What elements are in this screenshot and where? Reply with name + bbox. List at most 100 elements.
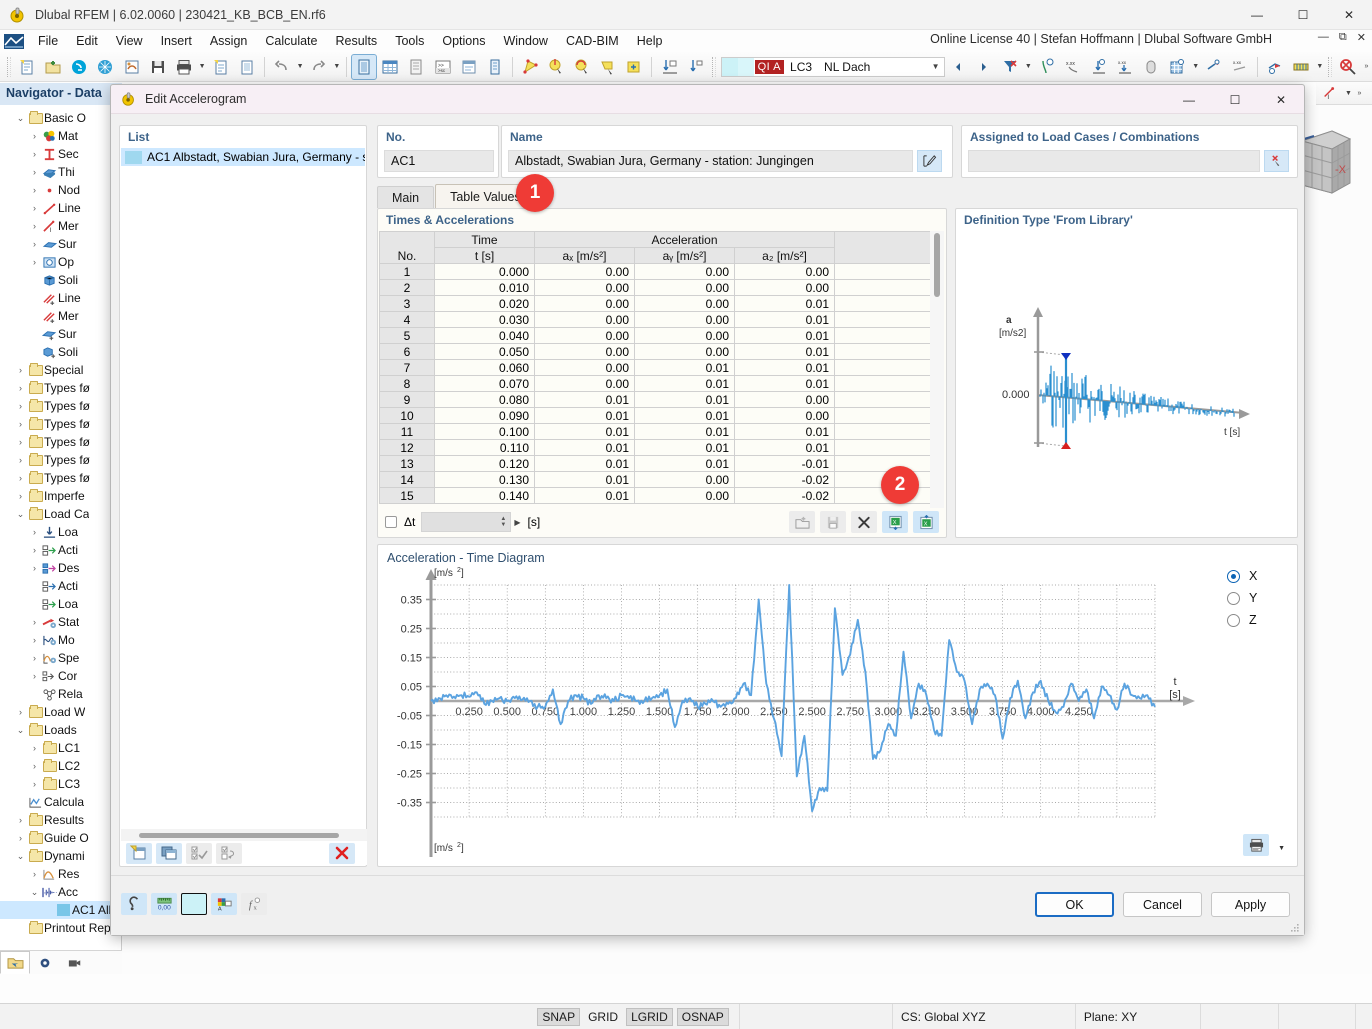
table-row[interactable]: 80.0700.000.010.01 xyxy=(380,376,931,392)
cell-ay[interactable]: 0.00 xyxy=(635,344,735,360)
navigator-item-43[interactable]: ⌄Acc xyxy=(0,883,122,901)
cell-ax[interactable]: 0.01 xyxy=(535,392,635,408)
grid-dropdown-caret-icon[interactable]: ▼ xyxy=(1190,55,1201,79)
list-panel-icon[interactable] xyxy=(483,55,507,79)
chevron-right-icon[interactable]: › xyxy=(14,401,27,411)
header-ax[interactable]: aₓ [m/s²] xyxy=(535,248,635,264)
radio-axis-z[interactable]: Z xyxy=(1227,609,1287,631)
save-icon[interactable] xyxy=(146,55,170,79)
support-reactions-icon[interactable] xyxy=(1035,55,1059,79)
table-row[interactable]: 30.0200.000.000.01 xyxy=(380,296,931,312)
cell-ay[interactable]: 0.01 xyxy=(635,456,735,472)
chevron-right-icon[interactable]: › xyxy=(14,383,27,393)
table-row[interactable]: 140.1300.010.00-0.02 xyxy=(380,472,931,488)
chevron-right-icon[interactable]: › xyxy=(28,149,41,159)
redo-dropdown-caret-icon[interactable]: ▼ xyxy=(332,55,343,79)
radio-axis-x[interactable]: aₓX xyxy=(1227,565,1287,587)
chevron-right-icon[interactable]: › xyxy=(28,563,41,573)
chevron-right-icon[interactable]: › xyxy=(28,257,41,267)
chevron-down-icon[interactable]: ▼ xyxy=(928,62,944,71)
table-row[interactable]: 50.0400.000.000.01 xyxy=(380,328,931,344)
navigator-item-39[interactable]: ›Results xyxy=(0,811,122,829)
navigator-item-41[interactable]: ⌄Dynami xyxy=(0,847,122,865)
header-ay[interactable]: aᵧ [m/s²] xyxy=(635,248,735,264)
member-load-icon[interactable]: x.xx xyxy=(1113,55,1137,79)
result-table-icon[interactable] xyxy=(1289,55,1313,79)
navigator-item-6[interactable]: ›IMer xyxy=(0,217,122,235)
navigator-item-11[interactable]: Mer xyxy=(0,307,122,325)
navigator-item-21[interactable]: ›Imperfe xyxy=(0,487,122,505)
header-time-unit[interactable]: t [s] xyxy=(435,248,535,264)
radio-y-icon[interactable] xyxy=(1227,592,1240,605)
table-vertical-scrollbar[interactable] xyxy=(930,231,944,508)
table-row[interactable]: 20.0100.000.000.00 xyxy=(380,280,931,296)
navigator-item-15[interactable]: ›Types fø xyxy=(0,379,122,397)
number-field[interactable]: AC1 xyxy=(384,150,494,172)
cancel-button[interactable]: Cancel xyxy=(1123,892,1202,917)
cell-az[interactable]: 0.01 xyxy=(735,360,835,376)
save-table-button[interactable] xyxy=(820,511,846,533)
grid-view-icon[interactable] xyxy=(1165,55,1189,79)
new-accelerogram-button[interactable] xyxy=(126,843,152,864)
chevron-right-icon[interactable]: › xyxy=(28,779,41,789)
cell-ay[interactable]: 0.01 xyxy=(635,376,735,392)
table-row[interactable]: 110.1000.010.010.01 xyxy=(380,424,931,440)
menu-file[interactable]: File xyxy=(29,32,67,50)
cell-time[interactable]: 0.030 xyxy=(435,312,535,328)
navigator-tab-display-icon[interactable] xyxy=(30,951,60,974)
select-polygon-icon[interactable] xyxy=(596,55,620,79)
chevron-right-icon[interactable]: › xyxy=(14,455,27,465)
cell-ay[interactable]: 0.00 xyxy=(635,264,735,280)
cell-ay[interactable]: 0.00 xyxy=(635,296,735,312)
cell-ax[interactable]: 0.00 xyxy=(535,296,635,312)
next-load-case-icon[interactable] xyxy=(972,55,996,79)
apply-button[interactable]: Apply xyxy=(1211,892,1290,917)
cell-ax[interactable]: 0.00 xyxy=(535,344,635,360)
navigator-item-24[interactable]: ›Acti xyxy=(0,541,122,559)
ok-button[interactable]: OK xyxy=(1035,892,1114,917)
menu-results[interactable]: Results xyxy=(327,32,387,50)
navigator-item-31[interactable]: ›Cor xyxy=(0,667,122,685)
cell-az[interactable]: 0.01 xyxy=(735,344,835,360)
redo-icon[interactable] xyxy=(306,55,330,79)
tables-panel-icon[interactable] xyxy=(378,55,402,79)
open-model-icon[interactable] xyxy=(41,55,65,79)
navigator-item-42[interactable]: ›Res xyxy=(0,865,122,883)
menu-insert[interactable]: Insert xyxy=(152,32,201,50)
dialog-close-button[interactable]: ✕ xyxy=(1258,85,1304,114)
chevron-down-icon[interactable]: ⌄ xyxy=(14,113,27,124)
cell-ax[interactable]: 0.01 xyxy=(535,472,635,488)
color-swatch-button[interactable] xyxy=(181,893,207,915)
load-icon[interactable] xyxy=(657,55,681,79)
cell-ay[interactable]: 0.01 xyxy=(635,424,735,440)
copy-accelerogram-button[interactable] xyxy=(156,843,182,864)
chevron-right-icon[interactable]: › xyxy=(28,545,41,555)
table-scrollbar-thumb[interactable] xyxy=(934,233,940,297)
navigator-item-28[interactable]: ›Stat xyxy=(0,613,122,631)
radio-z-icon[interactable] xyxy=(1227,614,1240,627)
console-panel-icon[interactable]: >>>sc xyxy=(431,55,455,79)
cell-ay[interactable]: 0.00 xyxy=(635,280,735,296)
load-case-combobox[interactable]: QI A LC3 NL Dach ▼ xyxy=(721,57,945,77)
dialog-minimize-button[interactable]: — xyxy=(1166,85,1212,114)
cell-ax[interactable]: 0.00 xyxy=(535,360,635,376)
header-time[interactable]: Time xyxy=(435,232,535,248)
dialog-maximize-button[interactable]: ☐ xyxy=(1212,85,1258,114)
print-dropdown-caret-icon[interactable]: ▼ xyxy=(197,55,208,79)
select-special-icon[interactable] xyxy=(622,55,646,79)
table-row[interactable]: 70.0600.000.010.01 xyxy=(380,360,931,376)
chevron-right-icon[interactable]: › xyxy=(28,671,41,681)
zoom-reset-icon[interactable] xyxy=(1336,55,1360,79)
navigator-item-44[interactable]: AC1 Albstadt, Swabian Jura, Germany - st… xyxy=(0,901,122,919)
menu-assign[interactable]: Assign xyxy=(201,32,257,50)
cell-az[interactable]: 0.01 xyxy=(735,376,835,392)
doc-restore-button[interactable]: ⧉ xyxy=(1339,31,1347,44)
navigator-item-37[interactable]: ›LC3 xyxy=(0,775,122,793)
cell-az[interactable]: 0.01 xyxy=(735,440,835,456)
accelerogram-list[interactable]: AC1Albstadt, Swabian Jura, Germany - sta xyxy=(121,148,365,836)
properties-panel-icon[interactable] xyxy=(404,55,428,79)
undo-icon[interactable] xyxy=(270,55,294,79)
navigator-item-2[interactable]: ›Sec xyxy=(0,145,122,163)
header-acceleration[interactable]: Acceleration xyxy=(535,232,835,248)
navigator-item-33[interactable]: ›Load W xyxy=(0,703,122,721)
